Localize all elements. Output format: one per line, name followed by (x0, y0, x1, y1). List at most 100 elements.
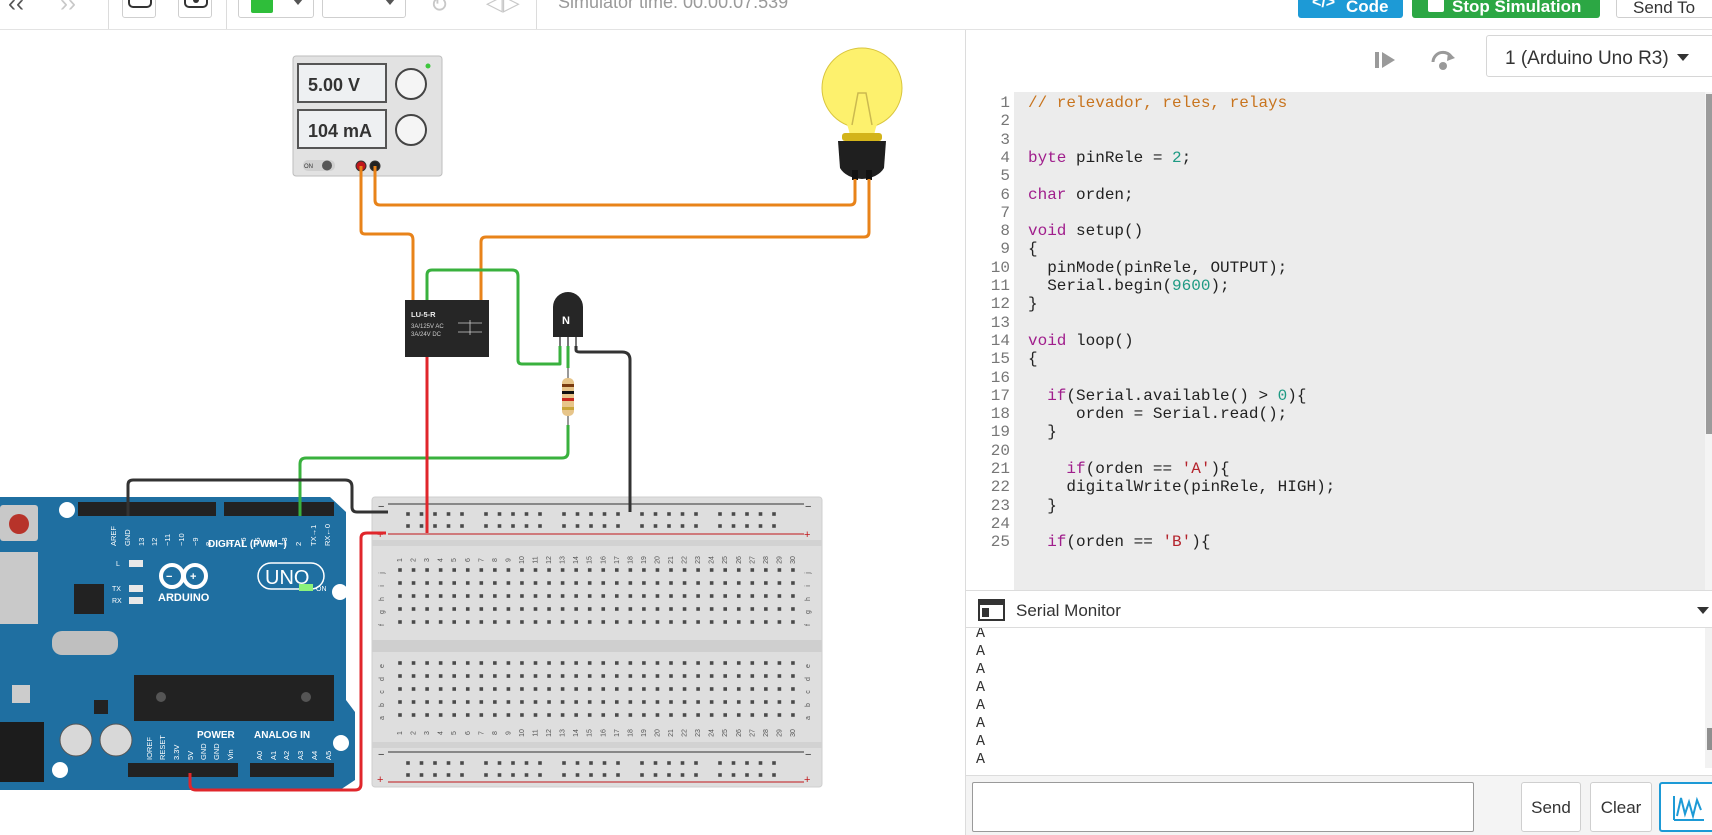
breadboard-hole[interactable] (696, 568, 700, 572)
breadboard-hole[interactable] (736, 713, 741, 717)
breadboard-hole[interactable] (587, 568, 592, 572)
breadboard-hole[interactable] (777, 568, 782, 572)
breadboard-hole[interactable] (628, 700, 633, 704)
breadboard-hole[interactable] (446, 761, 451, 765)
breadboard-hole[interactable] (538, 773, 542, 777)
breadboard-hole[interactable] (560, 607, 565, 611)
breadboard-hole[interactable] (682, 661, 687, 665)
breadboard-hole[interactable] (438, 687, 443, 691)
breadboard-hole[interactable] (497, 524, 502, 528)
breadboard-hole[interactable] (547, 713, 551, 717)
breadboard-hole[interactable] (411, 607, 416, 611)
breadboard-hole[interactable] (406, 524, 410, 528)
breadboard-hole[interactable] (777, 661, 782, 665)
breadboard-hole[interactable] (452, 687, 456, 691)
breadboard-hole[interactable] (709, 594, 714, 598)
breadboard-hole[interactable] (452, 568, 456, 572)
breadboard-hole[interactable] (562, 524, 566, 528)
breadboard-hole[interactable] (709, 687, 714, 691)
breadboard-hole[interactable] (669, 607, 673, 611)
breadboard-hole[interactable] (411, 620, 416, 624)
breadboard-hole[interactable] (574, 568, 578, 572)
breadboard-hole[interactable] (506, 661, 511, 665)
breadboard-hole[interactable] (602, 512, 607, 516)
breadboard-hole[interactable] (479, 620, 484, 624)
breadboard-hole[interactable] (615, 568, 619, 572)
breadboard-hole[interactable] (419, 761, 424, 765)
breadboard-hole[interactable] (642, 620, 646, 624)
breadboard-hole[interactable] (575, 524, 580, 528)
breadboard-hole[interactable] (398, 674, 402, 678)
breadboard-hole[interactable] (562, 512, 566, 516)
breadboard-hole[interactable] (750, 581, 755, 585)
breadboard-hole[interactable] (642, 607, 646, 611)
wire-type-select[interactable] (322, 0, 406, 18)
breadboard-hole[interactable] (589, 512, 593, 516)
breadboard-hole[interactable] (574, 700, 578, 704)
breadboard-hole[interactable] (506, 620, 511, 624)
resistor[interactable] (562, 368, 574, 425)
wire-black[interactable] (574, 346, 632, 512)
breadboard-hole[interactable] (602, 524, 607, 528)
breadboard-hole[interactable] (615, 620, 619, 624)
code-line[interactable]: 16 (968, 369, 1708, 389)
breadboard-hole[interactable] (438, 713, 443, 717)
breadboard-hole[interactable] (533, 620, 538, 624)
breadboard-hole[interactable] (777, 620, 782, 624)
breadboard-hole[interactable] (764, 700, 768, 704)
breadboard-hole[interactable] (538, 512, 542, 516)
breadboard-hole[interactable] (709, 700, 714, 704)
breadboard-hole[interactable] (533, 700, 538, 704)
breadboard-hole[interactable] (601, 674, 606, 678)
breadboard-hole[interactable] (533, 581, 538, 585)
code-line[interactable]: 10 pinMode(pinRele, OUTPUT); (968, 259, 1708, 279)
breadboard-hole[interactable] (680, 761, 685, 765)
breadboard-hole[interactable] (731, 761, 736, 765)
step-icon[interactable] (1371, 48, 1399, 72)
breadboard-hole[interactable] (750, 700, 755, 704)
breadboard-hole[interactable] (425, 661, 429, 665)
breadboard-hole[interactable] (601, 700, 606, 704)
breadboard-hole[interactable] (718, 524, 722, 528)
breadboard-hole[interactable] (465, 594, 470, 598)
code-line[interactable]: 6 char orden; (968, 186, 1708, 206)
breadboard-hole[interactable] (709, 620, 714, 624)
breadboard-hole[interactable] (506, 581, 511, 585)
transistor[interactable]: N (553, 292, 583, 346)
breadboard-hole[interactable] (406, 773, 410, 777)
wire-orange[interactable] (359, 166, 415, 300)
current-knob[interactable] (395, 114, 427, 146)
breadboard-hole[interactable] (601, 620, 606, 624)
code-line[interactable]: 25 if(orden == 'B'){ (968, 533, 1708, 553)
breadboard-hole[interactable] (479, 581, 484, 585)
arduino-uno[interactable]: AREF GND 13 12 ~11 ~10 ~9 8 7 ~6 ~5 4 ~3 2 TX→1 RX←0IOR… (0, 497, 355, 790)
breadboard-hole[interactable] (560, 581, 565, 585)
breadboard-hole[interactable] (479, 674, 484, 678)
breadboard-hole[interactable] (452, 674, 456, 678)
breadboard-hole[interactable] (709, 674, 714, 678)
breadboard-hole[interactable] (438, 594, 443, 598)
breadboard-hole[interactable] (520, 674, 524, 678)
breadboard-hole[interactable] (791, 568, 795, 572)
breadboard-hole[interactable] (524, 773, 529, 777)
breadboard-hole[interactable] (479, 687, 484, 691)
code-line[interactable]: 12} (968, 295, 1708, 315)
breadboard-hole[interactable] (777, 607, 782, 611)
breadboard-hole[interactable] (520, 687, 524, 691)
breadboard-hole[interactable] (642, 700, 646, 704)
breadboard-hole[interactable] (493, 661, 497, 665)
breadboard-hole[interactable] (642, 594, 646, 598)
breadboard-hole[interactable] (736, 700, 741, 704)
breadboard-hole[interactable] (642, 687, 646, 691)
breadboard-hole[interactable] (694, 773, 698, 777)
add-note-button[interactable] (122, 0, 156, 18)
breadboard-hole[interactable] (479, 594, 484, 598)
breadboard-hole[interactable] (520, 568, 524, 572)
breadboard-hole[interactable] (777, 713, 782, 717)
breadboard-hole[interactable] (460, 761, 464, 765)
breadboard-hole[interactable] (758, 773, 763, 777)
breadboard-hole[interactable] (723, 713, 727, 717)
breadboard-hole[interactable] (696, 674, 700, 678)
breadboard-hole[interactable] (655, 607, 660, 611)
breadboard-hole[interactable] (433, 524, 437, 528)
